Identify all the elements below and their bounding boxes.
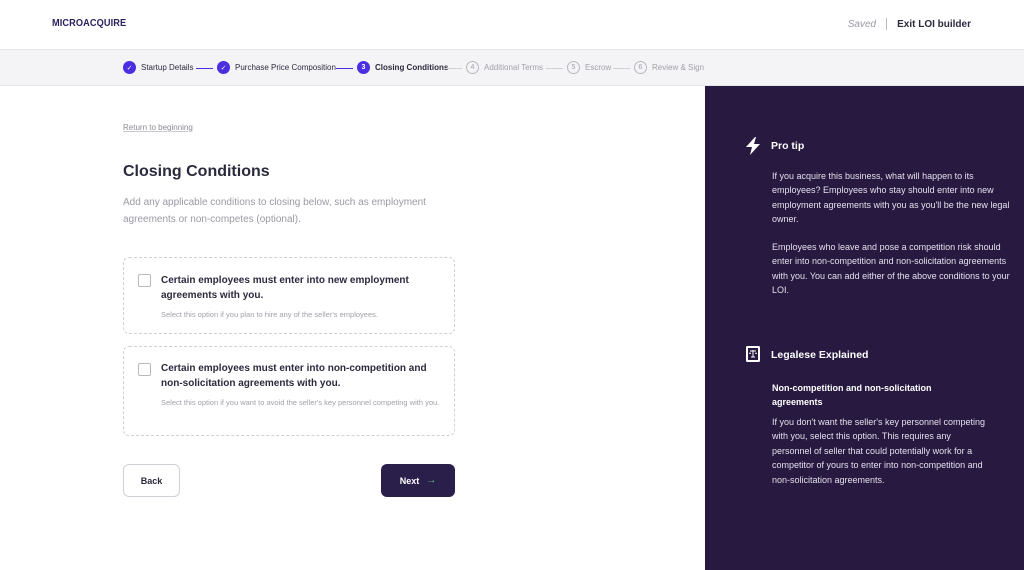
arrow-right-icon: → — [426, 475, 437, 486]
step-number-badge: 4 — [466, 61, 479, 74]
legalese-heading: Legalese Explained — [771, 349, 869, 361]
exit-loi-builder-link[interactable]: Exit LOI builder — [897, 19, 971, 30]
pro-tip-heading: Pro tip — [771, 140, 805, 152]
option-subtitle: Select this option if you plan to hire a… — [161, 310, 378, 319]
step-label: Startup Details — [141, 63, 194, 72]
step-number-badge: 6 — [634, 61, 647, 74]
step-number-badge: 5 — [567, 61, 580, 74]
top-right-actions: Saved Exit LOI builder — [848, 18, 971, 30]
step-label: Escrow — [585, 63, 612, 72]
step-escrow[interactable]: 5 Escrow — [567, 61, 611, 74]
top-bar: MICROACQUIRE Saved Exit LOI builder — [0, 0, 1024, 50]
step-additional-terms[interactable]: 4 Additional Terms — [466, 61, 543, 74]
option-title: Certain employees must enter into new em… — [161, 275, 409, 301]
step-label: Purchase Price Composition — [235, 63, 336, 72]
divider — [886, 18, 888, 30]
pro-tip-paragraph-2: Employees who leave and pose a competiti… — [772, 242, 1010, 296]
step-closing-conditions[interactable]: 3 Closing Conditions — [357, 61, 448, 74]
legal-book-icon — [743, 344, 763, 364]
page-title: Closing Conditions — [123, 163, 270, 180]
legal-term: Non-competition and non-solicitation agr… — [772, 383, 932, 408]
legal-explanation: If you don't want the seller's key perso… — [772, 417, 986, 485]
check-icon: ✓ — [217, 61, 230, 74]
page-description: Add any applicable conditions to closing… — [123, 197, 426, 225]
return-to-beginning-link[interactable]: Return to beginning — [123, 123, 193, 132]
step-label: Review & Sign — [652, 63, 705, 72]
saved-status: Saved — [847, 18, 877, 30]
progress-stepper: ✓ Startup Details ✓ Purchase Price Compo… — [0, 50, 1024, 86]
step-connector — [196, 68, 213, 69]
step-label: Closing Conditions — [375, 63, 449, 72]
pro-tip-paragraph-1: If you acquire this business, what will … — [772, 171, 1010, 225]
logo[interactable]: MICROACQUIRE — [52, 18, 126, 29]
step-connector — [613, 68, 630, 69]
step-number-badge: 3 — [357, 61, 370, 74]
option-non-competition-agreements[interactable]: Certain employees must enter into non-co… — [123, 346, 455, 436]
step-startup-details[interactable]: ✓ Startup Details — [123, 61, 193, 74]
step-connector — [546, 68, 563, 69]
check-icon: ✓ — [123, 61, 136, 74]
lightning-icon — [743, 136, 763, 156]
step-purchase-price-composition[interactable]: ✓ Purchase Price Composition — [217, 61, 336, 74]
employment-agreements-checkbox[interactable] — [138, 274, 151, 287]
option-employment-agreements[interactable]: Certain employees must enter into new em… — [123, 257, 455, 334]
help-sidebar: Pro tip If you acquire this business, wh… — [705, 86, 1024, 570]
step-label: Additional Terms — [484, 63, 543, 72]
back-button[interactable]: Back — [123, 464, 180, 497]
step-connector — [336, 68, 353, 69]
step-review-sign[interactable]: 6 Review & Sign — [634, 61, 704, 74]
option-title: Certain employees must enter into non-co… — [161, 363, 427, 389]
option-subtitle: Select this option if you want to avoid … — [161, 398, 440, 407]
next-button-label: Next — [399, 475, 420, 486]
non-competition-checkbox[interactable] — [138, 363, 151, 376]
step-connector — [445, 68, 462, 69]
next-button[interactable]: Next → — [381, 464, 455, 497]
